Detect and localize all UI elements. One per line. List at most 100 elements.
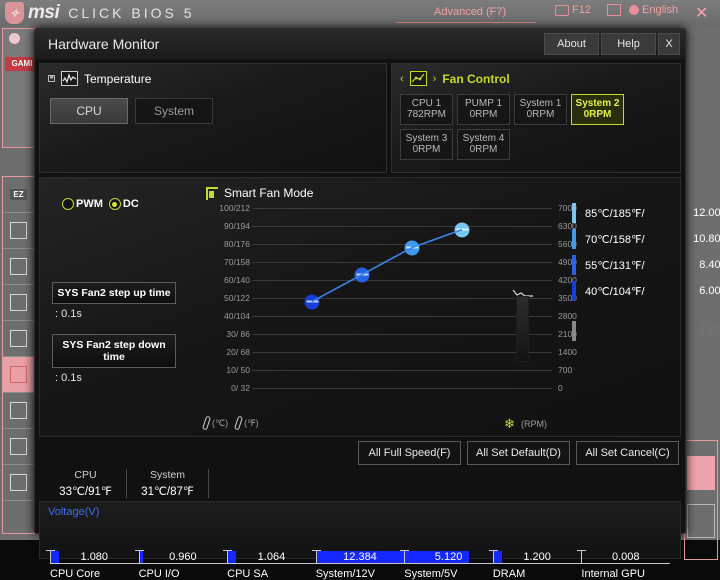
temperature-panel-title: Temperature — [84, 71, 152, 86]
thermometer-fahrenheit-icon — [234, 415, 244, 431]
chart-plot[interactable]: 100/212 90/194 80/176 70/158 60/140 50/122 40/… — [219, 203, 577, 393]
window-close-icon[interactable]: ✕ — [695, 3, 708, 23]
advanced-mode-button[interactable]: Advanced (F7) — [396, 2, 544, 23]
fan-system-2[interactable]: System 2 0RPM — [571, 94, 624, 125]
profile-icon — [10, 438, 27, 455]
hardware-monitor-icon — [10, 366, 27, 383]
all-set-default-button[interactable]: All Set Default(D) — [467, 441, 570, 465]
product-name: CLICK BIOS 5 — [68, 5, 195, 21]
fan-system-4[interactable]: System 4 0RPM — [457, 129, 510, 160]
voltage-item: 0.008 Internal GPU — [577, 550, 670, 580]
legend-color-swatch — [572, 321, 576, 341]
expand-icon[interactable]: ■ — [48, 75, 55, 82]
radio-dc-label: DC — [122, 198, 139, 210]
chart-y-tick-left: 80/176 — [224, 239, 250, 249]
voltage-item: 1.064 CPU SA — [223, 550, 316, 580]
step-up-time-button[interactable]: SYS Fan2 step up time — [52, 282, 176, 304]
temperature-panel-header: ■ Temperature — [40, 64, 386, 86]
help-button[interactable]: Help — [601, 33, 656, 55]
sidebar-item-favorites[interactable] — [3, 321, 34, 357]
chart-y-tick-right: 1400 — [558, 347, 577, 357]
chart-legend: 85℃/185℉/ 12.00V 70℃/158℉/ 10.80V 55℃/131℉/ 8… — [572, 200, 720, 344]
tab-system[interactable]: System — [135, 98, 213, 124]
chart-y-tick-left: 70/158 — [224, 257, 250, 267]
camera-icon — [555, 4, 569, 16]
summary-label: CPU — [74, 469, 97, 481]
voltage-tick-end — [46, 550, 55, 564]
fan-control-panel-header: ‹ › Fan Control — [392, 64, 680, 86]
legend-row: 70℃/158℉/ 10.80V — [572, 226, 720, 252]
close-button[interactable]: X — [658, 33, 680, 55]
fan-rpm: 782RPM — [407, 109, 446, 120]
legend-color-swatch — [572, 229, 576, 249]
fan-name: System 4 — [462, 133, 505, 144]
fan-settings-column: PWM DC SYS Fan2 step up time : 0.1s SYS … — [40, 178, 200, 436]
screenshot-button[interactable]: F12 — [555, 4, 591, 16]
msi-shield-logo: ✧ — [5, 2, 24, 24]
fan-rpm: 0RPM — [412, 144, 441, 155]
voltage-label: System/12V — [315, 568, 376, 580]
voltage-label: CPU Core — [50, 568, 101, 580]
step-down-time-button[interactable]: SYS Fan2 step down time — [52, 334, 176, 368]
voltage-item: 5.120 System/5V — [400, 550, 493, 580]
fan-rpm: 0RPM — [583, 109, 612, 120]
fan-pump-1[interactable]: PUMP 1 0RPM — [457, 94, 510, 125]
clock-icon — [9, 33, 20, 44]
celsius-label: (℃) — [212, 417, 229, 428]
fan-system-3[interactable]: System 3 0RPM — [400, 129, 453, 160]
step-down-time-value: : 0.1s — [55, 372, 82, 384]
prev-arrow-icon[interactable]: ‹ — [400, 73, 404, 85]
legend-temperature: 70℃/158℉/ — [585, 233, 645, 246]
boot-device-slot[interactable] — [687, 504, 715, 538]
summary-value: 31℃/87℉ — [141, 486, 194, 498]
smart-fan-chart: Smart Fan Mode 100/212 90/194 80/176 70/158… — [200, 178, 720, 436]
sidebar-item-settings[interactable] — [3, 213, 34, 249]
sidebar-item-ez-mode[interactable]: EZ — [3, 177, 34, 213]
ez-mode-label: EZ — [10, 189, 27, 200]
boot-device-selected[interactable] — [687, 456, 715, 490]
sidebar-item-hardware-monitor[interactable] — [3, 357, 34, 393]
legend-voltage: 7.20V — [699, 325, 720, 337]
about-button[interactable]: About — [544, 33, 599, 55]
legend-voltage: 6.00V — [699, 285, 720, 297]
tab-cpu[interactable]: CPU — [50, 98, 128, 124]
sidebar-item-board-explorer[interactable] — [3, 393, 34, 429]
search-icon — [607, 4, 621, 16]
step-down-time-group: SYS Fan2 step down time : 0.1s — [52, 334, 176, 384]
fan-speed-slider[interactable] — [516, 296, 529, 362]
fan-control-panel: ‹ › Fan Control CPU 1 782RPM PUMP 1 0RPM — [391, 63, 681, 173]
top-panels: ■ Temperature CPU System ‹ › Fan Control… — [39, 63, 681, 173]
voltage-label: DRAM — [492, 568, 526, 580]
legend-color-swatch — [572, 281, 576, 301]
chart-y-tick-left: 20/ 68 — [226, 347, 250, 357]
radio-dc[interactable] — [108, 198, 121, 210]
sidebar-item-mflash[interactable] — [3, 285, 34, 321]
fan-name: PUMP 1 — [464, 98, 503, 109]
sidebar-item-boot[interactable] — [3, 465, 34, 501]
chart-right-unit: ❄ (RPM) — [504, 417, 552, 430]
sidebar-item-profile[interactable] — [3, 429, 34, 465]
voltage-value: 12.384 — [343, 551, 377, 563]
all-full-speed-button[interactable]: All Full Speed(F) — [358, 441, 461, 465]
voltage-item: 0.960 CPU I/O — [134, 550, 228, 580]
fan-cpu-1[interactable]: CPU 1 782RPM — [400, 94, 453, 125]
voltage-item: 1.080 CPU Core — [46, 550, 139, 580]
hardware-monitor-dialog: Hardware Monitor About Help X ■ Temperat… — [34, 28, 720, 580]
msi-shield-glyph: ✧ — [9, 7, 20, 20]
radio-pwm[interactable] — [62, 198, 74, 210]
all-set-cancel-button[interactable]: All Set Cancel(C) — [576, 441, 679, 465]
language-selector[interactable]: English — [607, 4, 678, 16]
bios-top-bar: ✧ msi CLICK BIOS 5 Advanced (F7) F12 Eng… — [0, 0, 720, 26]
temperature-summary: CPU 33℃/91℉ System 31℃/87℉ — [45, 469, 209, 498]
voltage-bars: 1.080 CPU Core 0.960 CPU I/O 1.064 CPU SA 12.3… — [46, 550, 670, 580]
chart-y-tick-left: 90/194 — [224, 221, 250, 231]
flash-icon — [10, 294, 27, 311]
chart-y-tick-left: 10/ 50 — [226, 365, 250, 375]
fan-system-1[interactable]: System 1 0RPM — [514, 94, 567, 125]
legend-row: 40℃/104℉/ 6.00V — [572, 278, 720, 304]
sidebar-item-overclocking[interactable] — [3, 249, 34, 285]
chart-curve-line — [311, 228, 463, 303]
fan-rpm: 0RPM — [469, 144, 498, 155]
advanced-mode-label: Advanced (F7) — [433, 6, 507, 18]
next-arrow-icon[interactable]: › — [433, 73, 437, 85]
